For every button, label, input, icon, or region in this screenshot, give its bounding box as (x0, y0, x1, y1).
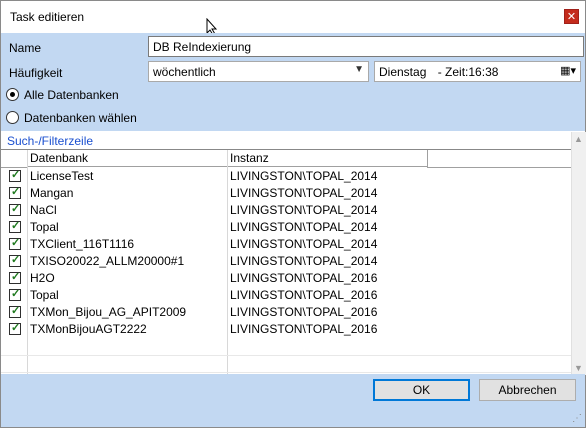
database-cell: H2O (30, 271, 55, 285)
instance-cell: LIVINGSTON\TOPAL_2014 (230, 203, 378, 217)
frequency-label: Häufigkeit (9, 66, 63, 80)
table-row[interactable]: TXISO20022_ALLM20000#1 LIVINGSTON\TOPAL_… (1, 253, 571, 270)
instance-cell: LIVINGSTON\TOPAL_2014 (230, 254, 378, 268)
database-cell: TXClient_116T1116 (30, 237, 135, 251)
name-field[interactable]: DB ReIndexierung (148, 36, 584, 57)
empty-row-line (1, 355, 571, 356)
ok-button[interactable]: OK (373, 379, 470, 401)
column-header-database[interactable]: Datenbank (27, 150, 227, 167)
row-checkbox[interactable] (9, 304, 21, 318)
window-title: Task editieren (10, 10, 85, 24)
name-label: Name (9, 41, 42, 55)
database-cell: NaCl (30, 203, 57, 217)
row-checkbox[interactable] (9, 202, 21, 216)
table-row[interactable]: NaCl LIVINGSTON\TOPAL_2014 (1, 202, 571, 219)
row-checkbox[interactable] (9, 219, 21, 233)
header-check-column (1, 150, 27, 168)
scroll-up-icon[interactable]: ▲ (574, 134, 583, 144)
column-divider (427, 150, 428, 167)
all-databases-radio[interactable] (6, 88, 19, 101)
instance-cell: LIVINGSTON\TOPAL_2016 (230, 305, 378, 319)
cancel-button[interactable]: Abbrechen (479, 379, 576, 401)
row-checkbox[interactable] (9, 321, 21, 335)
column-header-empty (427, 150, 571, 168)
time-value: - Zeit:16:38 (437, 65, 499, 79)
chevron-down-icon: ▼ (354, 64, 364, 75)
calendar-icon[interactable]: ▦▾ (560, 64, 576, 77)
table-row[interactable]: TXMonBijouAGT2222 LIVINGSTON\TOPAL_2016 (1, 321, 571, 338)
column-header-instance[interactable]: Instanz (227, 150, 427, 167)
row-checkbox[interactable] (9, 270, 21, 284)
table-row[interactable]: H2O LIVINGSTON\TOPAL_2016 (1, 270, 571, 287)
schedule-datetime-picker[interactable]: Dienstag - Zeit:16:38 ▦▾ (374, 61, 581, 82)
row-checkbox[interactable] (9, 287, 21, 301)
instance-cell: LIVINGSTON\TOPAL_2014 (230, 169, 378, 183)
instance-cell: LIVINGSTON\TOPAL_2014 (230, 237, 378, 251)
instance-cell: LIVINGSTON\TOPAL_2014 (230, 220, 378, 234)
database-cell: TXMonBijouAGT2222 (30, 322, 147, 336)
database-cell: Topal (30, 288, 59, 302)
choose-databases-radio[interactable] (6, 111, 19, 124)
empty-row-line (1, 372, 571, 373)
vertical-scrollbar[interactable]: ▲ ▼ (571, 132, 586, 375)
frequency-select[interactable]: wöchentlich ▼ (148, 61, 369, 82)
instance-cell: LIVINGSTON\TOPAL_2014 (230, 186, 378, 200)
row-checkbox[interactable] (9, 168, 21, 182)
close-button[interactable]: ✕ (564, 9, 579, 24)
task-edit-window: Task editieren ✕ Name DB ReIndexierung H… (0, 0, 586, 428)
frequency-selected-value: wöchentlich (153, 65, 216, 79)
choose-databases-label[interactable]: Datenbanken wählen (24, 111, 137, 125)
instance-cell: LIVINGSTON\TOPAL_2016 (230, 271, 378, 285)
weekday-value: Dienstag (379, 65, 427, 79)
table-row[interactable]: Topal LIVINGSTON\TOPAL_2016 (1, 287, 571, 304)
filter-label[interactable]: Such-/Filterzeile (7, 134, 93, 148)
dialog-footer: OK Abbrechen ⋰ (1, 374, 585, 427)
database-cell: LicenseTest (30, 169, 94, 183)
database-cell: TXISO20022_ALLM20000#1 (30, 254, 185, 268)
table-row[interactable]: Topal LIVINGSTON\TOPAL_2014 (1, 219, 571, 236)
row-checkbox[interactable] (9, 236, 21, 250)
row-checkbox[interactable] (9, 185, 21, 199)
database-grid: Datenbank Instanz LicenseTest LIVINGSTON… (1, 149, 571, 375)
title-bar: Task editieren ✕ (1, 1, 585, 36)
scroll-down-icon[interactable]: ▼ (574, 363, 583, 373)
task-settings-panel: Name DB ReIndexierung Häufigkeit wöchent… (1, 33, 585, 131)
table-row[interactable]: Mangan LIVINGSTON\TOPAL_2014 (1, 185, 571, 202)
filter-row[interactable]: Such-/Filterzeile (1, 132, 571, 149)
instance-cell: LIVINGSTON\TOPAL_2016 (230, 288, 378, 302)
row-checkbox[interactable] (9, 253, 21, 267)
table-row[interactable]: LicenseTest LIVINGSTON\TOPAL_2014 (1, 168, 571, 185)
database-cell: Topal (30, 220, 59, 234)
resize-grip-icon[interactable]: ⋰ (572, 413, 582, 424)
table-row[interactable]: TXClient_116T1116 LIVINGSTON\TOPAL_2014 (1, 236, 571, 253)
all-databases-label[interactable]: Alle Datenbanken (24, 88, 119, 102)
database-cell: Mangan (30, 186, 74, 200)
instance-cell: LIVINGSTON\TOPAL_2016 (230, 322, 378, 336)
table-row[interactable]: TXMon_Bijou_AG_APIT2009 LIVINGSTON\TOPAL… (1, 304, 571, 321)
database-cell: TXMon_Bijou_AG_APIT2009 (30, 305, 187, 319)
